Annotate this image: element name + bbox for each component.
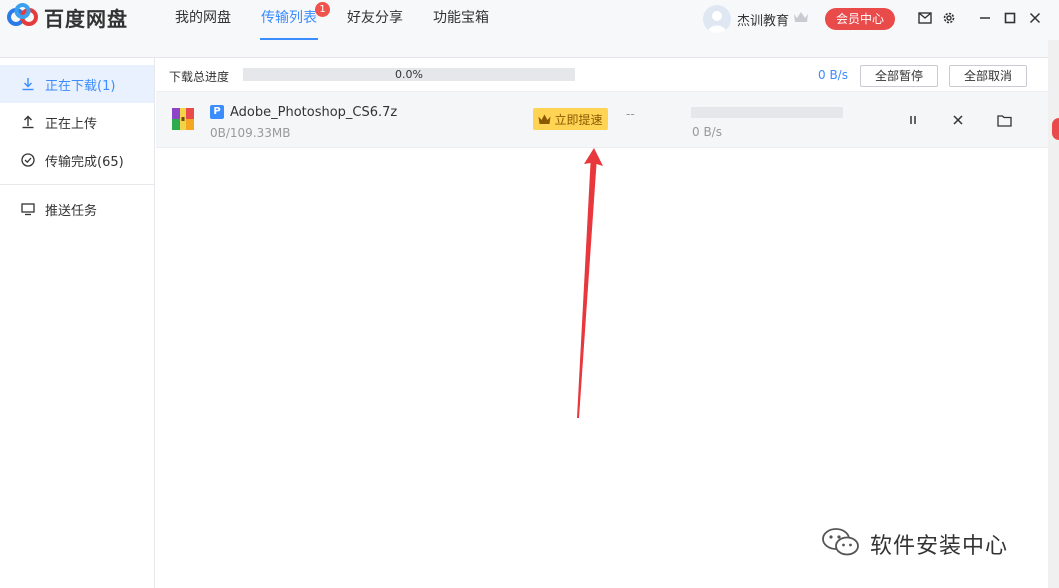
- pause-icon[interactable]: [905, 112, 921, 128]
- folder-icon[interactable]: [996, 112, 1012, 128]
- sidebar-item-label: 正在上传: [45, 116, 98, 132]
- eta-text: --: [626, 107, 635, 121]
- archive-file-icon: [172, 108, 194, 130]
- upload-icon: [20, 114, 36, 130]
- tab-label: 好友分享: [347, 10, 403, 26]
- tab-label: 功能宝箱: [433, 10, 489, 26]
- download-icon: [20, 76, 36, 92]
- annotation-arrow: [577, 148, 603, 418]
- tab-transfer-list[interactable]: 传输列表 1: [246, 0, 332, 40]
- sidebar: 正在下载(1) 正在上传 传输完成(65) 推送任务: [0, 58, 155, 588]
- close-icon[interactable]: [1027, 10, 1043, 26]
- sidebar-item-completed[interactable]: 传输完成(65): [0, 141, 154, 179]
- sidebar-item-downloading[interactable]: 正在下载(1): [0, 65, 154, 103]
- total-progress-bar-row: 下载总进度 0.0% 0 B/s 全部暂停 全部取消: [156, 58, 1048, 92]
- title-bar: 百度网盘 我的网盘 传输列表 1 好友分享 功能宝箱 杰训教育 会员中心: [0, 0, 1059, 58]
- crown-icon: [793, 11, 809, 27]
- total-progress-track: 0.0%: [243, 68, 575, 81]
- speed-boost-label: 立即提速: [554, 112, 603, 127]
- sidebar-item-uploading[interactable]: 正在上传: [0, 103, 154, 141]
- tab-friend-share[interactable]: 好友分享: [332, 0, 418, 40]
- maximize-icon[interactable]: [1002, 10, 1018, 26]
- crown-icon: [538, 114, 551, 125]
- sidebar-item-label: 传输完成(65): [45, 154, 124, 170]
- tab-my-disk[interactable]: 我的网盘: [160, 0, 246, 40]
- sidebar-divider: [0, 184, 154, 185]
- total-progress-label: 下载总进度: [169, 70, 230, 84]
- check-circle-icon: [20, 152, 36, 168]
- file-speed: 0 B/s: [692, 125, 722, 139]
- sidebar-item-label: 正在下载(1): [45, 78, 116, 94]
- notification-badge: 1: [315, 2, 330, 17]
- p-badge: P: [210, 105, 224, 119]
- cancel-icon[interactable]: [950, 112, 966, 128]
- tab-toolbox[interactable]: 功能宝箱: [418, 0, 504, 40]
- tab-label: 传输列表: [261, 10, 317, 26]
- vip-center-button[interactable]: 会员中心: [825, 8, 895, 30]
- watermark-text: 软件安装中心: [870, 534, 1009, 559]
- settings-gear-icon[interactable]: [941, 10, 957, 26]
- file-name: Adobe_Photoshop_CS6.7z: [230, 105, 398, 120]
- monitor-icon: [20, 201, 36, 217]
- cloud-logo-icon: [6, 2, 40, 32]
- watermark: 软件安装中心: [820, 527, 1008, 561]
- mail-icon[interactable]: [917, 10, 933, 26]
- speed-boost-button[interactable]: 立即提速: [533, 108, 608, 130]
- minimize-icon[interactable]: [977, 10, 993, 26]
- pause-all-button[interactable]: 全部暂停: [860, 65, 938, 87]
- file-progress-track: [691, 107, 843, 118]
- user-avatar-icon: [707, 11, 727, 33]
- sidebar-item-push-tasks[interactable]: 推送任务: [0, 190, 154, 228]
- tab-label: 我的网盘: [175, 10, 231, 26]
- username: 杰训教育: [737, 13, 790, 29]
- total-progress-percent: 0.0%: [395, 68, 423, 81]
- cancel-all-button[interactable]: 全部取消: [949, 65, 1027, 87]
- avatar[interactable]: [703, 5, 731, 33]
- file-size: 0B/109.33MB: [210, 126, 291, 140]
- top-nav: 我的网盘 传输列表 1 好友分享 功能宝箱: [160, 0, 504, 40]
- edge-marker: [1052, 118, 1059, 140]
- total-speed: 0 B/s: [818, 68, 848, 82]
- app-logo[interactable]: 百度网盘: [6, 2, 128, 32]
- wechat-icon: [820, 527, 862, 561]
- user-info[interactable]: 杰训教育: [703, 4, 809, 34]
- app-title: 百度网盘: [44, 6, 128, 31]
- sidebar-item-label: 推送任务: [45, 203, 98, 219]
